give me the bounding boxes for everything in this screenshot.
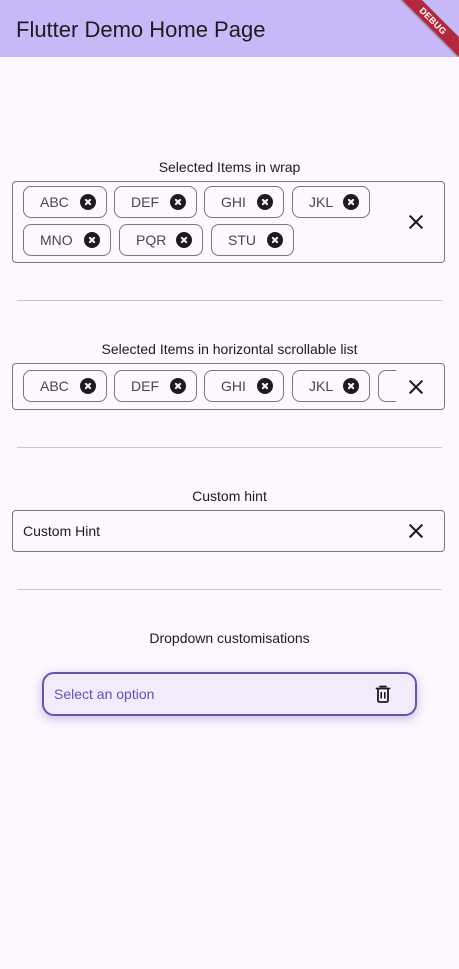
cancel-circle-icon[interactable] xyxy=(80,378,96,394)
custom-dropdown-field[interactable]: Select an option xyxy=(42,672,417,716)
divider xyxy=(17,300,442,301)
divider xyxy=(17,589,442,590)
chip-label: ABC xyxy=(40,194,69,210)
chip-label: GHI xyxy=(221,194,246,210)
chip-stu: STU xyxy=(211,224,294,256)
chip-jkl: JKL xyxy=(292,186,370,218)
chip-label: JKL xyxy=(309,194,334,210)
cancel-circle-icon[interactable] xyxy=(343,378,359,394)
scroll-multiselect-field[interactable]: ABC DEF GHI JKL xyxy=(12,363,445,410)
cancel-circle-icon[interactable] xyxy=(267,232,283,248)
close-icon[interactable] xyxy=(404,519,428,543)
cancel-circle-icon[interactable] xyxy=(343,194,359,210)
dropdown-hint-text: Select an option xyxy=(54,686,155,702)
wrap-section-label: Selected Items in wrap xyxy=(158,159,301,175)
chip-abc: ABC xyxy=(23,186,107,218)
chip-mno: MNO xyxy=(23,224,111,256)
wrap-multiselect-field[interactable]: ABC DEF GHI JKL MNO PQR STU xyxy=(12,181,445,263)
cancel-circle-icon[interactable] xyxy=(170,194,186,210)
delete-outline-icon[interactable] xyxy=(373,684,393,704)
cancel-circle-icon[interactable] xyxy=(176,232,192,248)
debug-banner-label: DEBUG xyxy=(392,0,459,57)
chip-partial xyxy=(378,370,396,402)
chip-ghi: GHI xyxy=(204,186,284,218)
custom-hint-field[interactable]: Custom Hint xyxy=(12,510,445,552)
close-icon[interactable] xyxy=(404,375,428,399)
chip-def: DEF xyxy=(114,186,197,218)
page-title: Flutter Demo Home Page xyxy=(16,17,266,42)
chip-label: JKL xyxy=(309,378,334,394)
chip-label: PQR xyxy=(136,232,167,248)
chip-ghi: GHI xyxy=(204,370,284,402)
divider xyxy=(17,447,442,448)
chip-abc: ABC xyxy=(23,370,107,402)
cancel-circle-icon[interactable] xyxy=(80,194,96,210)
chip-label: GHI xyxy=(221,378,246,394)
chip-label: ABC xyxy=(40,378,69,394)
chip-def: DEF xyxy=(114,370,197,402)
scroll-section-label: Selected Items in horizontal scrollable … xyxy=(101,341,358,357)
cancel-circle-icon[interactable] xyxy=(170,378,186,394)
close-icon[interactable] xyxy=(404,210,428,234)
chip-scroll-list[interactable]: ABC DEF GHI JKL xyxy=(23,369,396,403)
cancel-circle-icon[interactable] xyxy=(257,194,273,210)
dropdown-section-label: Dropdown customisations xyxy=(149,630,310,646)
custom-hint-text: Custom Hint xyxy=(23,523,101,539)
chip-pqr: PQR xyxy=(119,224,203,256)
debug-banner: DEBUG xyxy=(389,0,459,57)
hint-section-label: Custom hint xyxy=(192,488,267,504)
chip-label: DEF xyxy=(131,378,159,394)
app-bar: Flutter Demo Home Page DEBUG xyxy=(0,0,459,57)
chip-label: MNO xyxy=(40,232,73,248)
chip-label: STU xyxy=(228,232,256,248)
cancel-circle-icon[interactable] xyxy=(257,378,273,394)
cancel-circle-icon[interactable] xyxy=(84,232,100,248)
chip-jkl: JKL xyxy=(292,370,370,402)
chip-label: DEF xyxy=(131,194,159,210)
